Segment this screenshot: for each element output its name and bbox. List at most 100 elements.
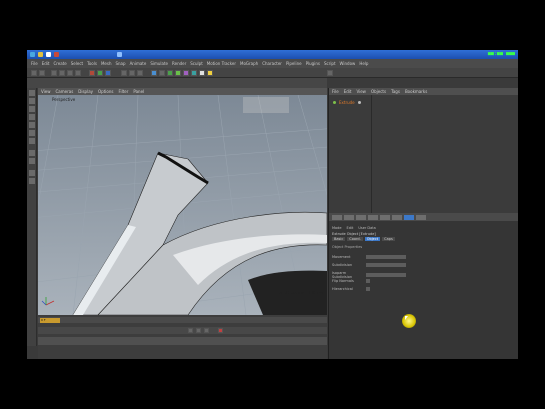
folder-icon[interactable] — [38, 52, 43, 57]
attr-tab-5[interactable] — [380, 215, 390, 220]
attr-tab-3[interactable] — [356, 215, 366, 220]
attr-menu-mode[interactable]: Mode — [332, 226, 342, 230]
attr-tab-1[interactable] — [332, 215, 342, 220]
light-icon[interactable] — [207, 70, 213, 76]
workplane-icon[interactable] — [29, 114, 35, 120]
attr-field-isoparm[interactable] — [366, 273, 406, 277]
visibility-dot-icon[interactable] — [333, 100, 336, 104]
menu-tools[interactable]: Tools — [87, 61, 97, 66]
subtab-basic[interactable]: Basic — [332, 237, 346, 241]
app-icon-active[interactable] — [117, 52, 122, 57]
attr-tab-8[interactable] — [416, 215, 426, 220]
attr-field-movement[interactable] — [366, 255, 406, 259]
pen-icon[interactable] — [159, 70, 165, 76]
menu-help[interactable]: Help — [359, 61, 368, 66]
obj-menu-objects[interactable]: Objects — [371, 89, 386, 94]
redo-icon[interactable] — [39, 70, 45, 76]
points-mode-icon[interactable] — [29, 122, 35, 128]
obj-menu-tags[interactable]: Tags — [391, 89, 400, 94]
hierarchical-checkbox[interactable] — [366, 287, 370, 291]
subtab-caps[interactable]: Caps — [382, 237, 395, 241]
cube-icon[interactable] — [151, 70, 157, 76]
object-name[interactable]: Extrude — [339, 100, 355, 105]
go-to-start-icon[interactable] — [188, 328, 193, 333]
array-icon[interactable] — [175, 70, 181, 76]
axis-mode-icon[interactable] — [29, 150, 35, 156]
obj-menu-edit[interactable]: Edit — [344, 89, 352, 94]
live-select-icon[interactable] — [51, 70, 57, 76]
flip-normals-checkbox[interactable] — [366, 279, 370, 283]
render-view-icon[interactable] — [121, 70, 127, 76]
3d-viewport[interactable]: Perspective Grid Spacing : 100 cm — [38, 95, 327, 315]
y-axis-icon[interactable] — [97, 70, 103, 76]
attr-tab-4[interactable] — [368, 215, 378, 220]
render-picture-viewer-icon[interactable] — [129, 70, 135, 76]
make-editable-icon[interactable] — [29, 90, 35, 96]
snap-icon[interactable] — [29, 170, 35, 176]
start-icon[interactable] — [30, 52, 35, 57]
menu-file[interactable]: File — [31, 61, 38, 66]
current-frame-field[interactable]: 0 F — [40, 318, 60, 323]
app-icon-2[interactable] — [54, 52, 59, 57]
menu-plugins[interactable]: Plugins — [306, 61, 320, 66]
menu-select[interactable]: Select — [71, 61, 83, 66]
viewport-menu-panel[interactable]: Panel — [133, 89, 144, 94]
menu-mesh[interactable]: Mesh — [101, 61, 112, 66]
menu-character[interactable]: Character — [262, 61, 282, 66]
layout-icon[interactable] — [327, 70, 333, 76]
menu-motion-tracker[interactable]: Motion Tracker — [207, 61, 236, 66]
menu-snap[interactable]: Snap — [115, 61, 125, 66]
menu-pipeline[interactable]: Pipeline — [286, 61, 302, 66]
menu-mograph[interactable]: MoGraph — [240, 61, 258, 66]
viewport-menu-filter[interactable]: Filter — [118, 89, 128, 94]
menu-sculpt[interactable]: Sculpt — [190, 61, 203, 66]
model-mode-icon[interactable] — [29, 98, 35, 104]
texture-mode-icon[interactable] — [29, 106, 35, 112]
obj-menu-view[interactable]: View — [356, 89, 366, 94]
camera-icon[interactable] — [199, 70, 205, 76]
scale-icon[interactable] — [67, 70, 73, 76]
subtab-coord[interactable]: Coord. — [347, 237, 363, 241]
move-icon[interactable] — [59, 70, 65, 76]
menu-animate[interactable]: Animate — [130, 61, 147, 66]
app-icon[interactable] — [46, 52, 51, 57]
floor-icon[interactable] — [191, 70, 197, 76]
timeline-ruler[interactable]: 0 F — [38, 317, 327, 323]
enable-check-icon[interactable] — [357, 100, 361, 104]
menu-edit[interactable]: Edit — [42, 61, 50, 66]
record-icon[interactable] — [218, 328, 223, 333]
attr-menu-edit[interactable]: Edit — [347, 226, 354, 230]
menu-script[interactable]: Script — [324, 61, 336, 66]
attr-field-subdivision[interactable] — [366, 263, 406, 267]
viewport-menu-view[interactable]: View — [41, 89, 51, 94]
tweak-mode-icon[interactable] — [29, 158, 35, 164]
x-axis-icon[interactable] — [89, 70, 95, 76]
go-to-end-icon[interactable] — [204, 328, 209, 333]
polygons-mode-icon[interactable] — [29, 138, 35, 144]
rotate-icon[interactable] — [75, 70, 81, 76]
left-toolbar — [27, 88, 37, 346]
play-icon[interactable] — [196, 328, 201, 333]
lock-workplane-icon[interactable] — [29, 178, 35, 184]
object-row-extrude[interactable]: Extrude — [333, 98, 513, 106]
menu-window[interactable]: Window — [340, 61, 356, 66]
viewport-menu-cameras[interactable]: Cameras — [56, 89, 74, 94]
attr-menu-user-data[interactable]: User Data — [358, 226, 375, 230]
edges-mode-icon[interactable] — [29, 130, 35, 136]
obj-menu-bookmarks[interactable]: Bookmarks — [405, 89, 427, 94]
render-settings-icon[interactable] — [137, 70, 143, 76]
menu-create[interactable]: Create — [53, 61, 66, 66]
attr-tab-active[interactable] — [404, 215, 414, 220]
deformer-icon[interactable] — [183, 70, 189, 76]
undo-icon[interactable] — [31, 70, 37, 76]
menu-simulate[interactable]: Simulate — [150, 61, 168, 66]
obj-menu-file[interactable]: File — [332, 89, 339, 94]
menu-render[interactable]: Render — [172, 61, 186, 66]
viewport-menu-options[interactable]: Options — [98, 89, 113, 94]
viewport-menu-display[interactable]: Display — [78, 89, 93, 94]
z-axis-icon[interactable] — [105, 70, 111, 76]
attr-tab-6[interactable] — [392, 215, 402, 220]
subdivision-icon[interactable] — [167, 70, 173, 76]
subtab-object[interactable]: Object — [364, 237, 381, 241]
attr-tab-2[interactable] — [344, 215, 354, 220]
